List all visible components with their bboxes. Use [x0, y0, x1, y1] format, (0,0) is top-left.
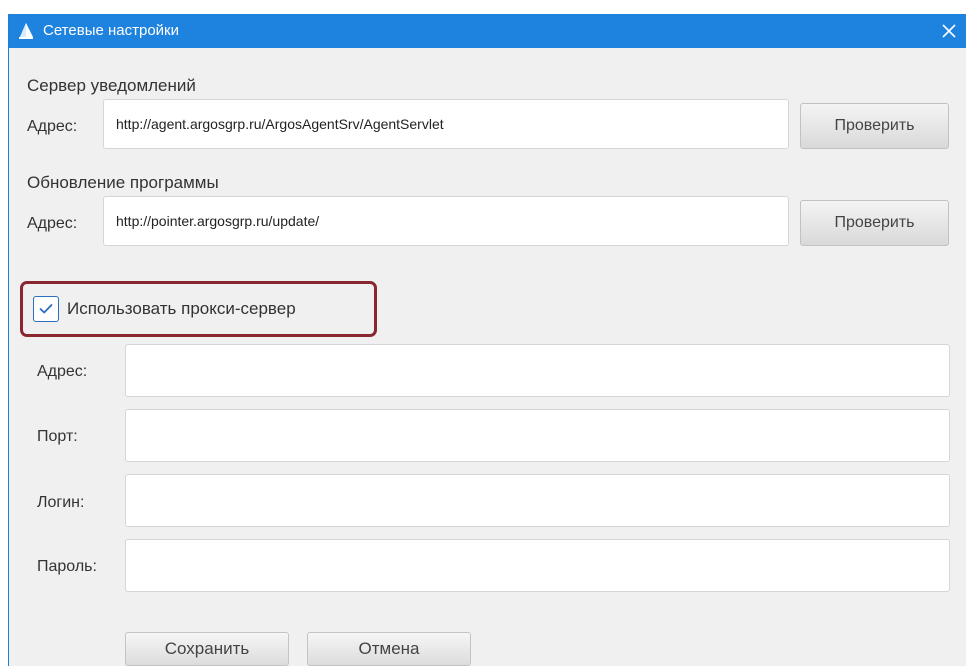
window-title: Сетевые настройки	[43, 22, 179, 39]
proxy-port-input[interactable]	[125, 409, 950, 462]
title-bar[interactable]: Сетевые настройки	[9, 14, 966, 48]
check-update-server-button[interactable]: Проверить	[800, 200, 949, 246]
update-address-label: Адрес:	[27, 215, 78, 232]
desktop-strip	[0, 0, 966, 14]
check-notification-server-button[interactable]: Проверить	[800, 103, 949, 149]
dialog-content: Сервер уведомлений Адрес: Проверить Обно…	[9, 48, 966, 666]
use-proxy-label[interactable]: Использовать прокси-сервер	[67, 299, 296, 319]
proxy-login-label: Логин:	[37, 494, 85, 511]
notification-address-input[interactable]	[103, 99, 789, 149]
sail-app-icon	[17, 22, 35, 40]
screen: Сетевые настройки Сервер уведомлений Адр…	[0, 0, 966, 666]
proxy-address-input[interactable]	[125, 344, 950, 397]
cancel-button[interactable]: Отмена	[307, 632, 471, 666]
network-settings-dialog: Сетевые настройки Сервер уведомлений Адр…	[8, 14, 966, 666]
close-button[interactable]	[936, 18, 962, 44]
use-proxy-checkbox[interactable]	[33, 296, 59, 322]
proxy-login-input[interactable]	[125, 474, 950, 527]
program-update-heading: Обновление программы	[27, 173, 219, 192]
save-button[interactable]: Сохранить	[125, 632, 289, 666]
notification-server-heading: Сервер уведомлений	[27, 76, 196, 95]
proxy-password-input[interactable]	[125, 539, 950, 592]
notification-address-label: Адрес:	[27, 118, 78, 135]
close-icon	[942, 24, 956, 38]
proxy-address-label: Адрес:	[37, 363, 88, 380]
update-address-input[interactable]	[103, 196, 789, 246]
proxy-port-label: Порт:	[37, 428, 78, 445]
proxy-password-label: Пароль:	[37, 558, 97, 575]
checkmark-icon	[39, 304, 53, 314]
